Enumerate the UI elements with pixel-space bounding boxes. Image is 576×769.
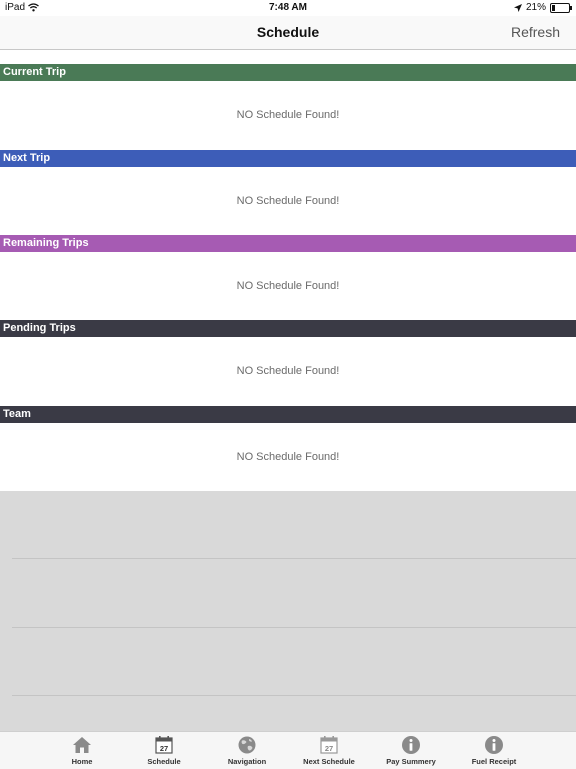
section-current-trip: Current Trip NO Schedule Found! bbox=[0, 64, 576, 149]
page-title: Schedule bbox=[256, 24, 320, 40]
section-header: Team bbox=[0, 406, 576, 423]
tab-bar: Home 27 Schedule Navigation 27 Next Sche… bbox=[0, 731, 576, 769]
tab-next-schedule[interactable]: 27 Next Schedule bbox=[289, 732, 369, 769]
section-header: Pending Trips bbox=[0, 320, 576, 337]
home-icon bbox=[73, 737, 91, 753]
tab-fuel-receipt[interactable]: Fuel Receipt bbox=[454, 732, 534, 769]
section-header: Next Trip bbox=[0, 150, 576, 167]
empty-list-area bbox=[0, 491, 576, 731]
tab-home[interactable]: Home bbox=[42, 732, 122, 769]
location-arrow-icon bbox=[513, 3, 522, 12]
section-next-trip: Next Trip NO Schedule Found! bbox=[0, 150, 576, 235]
tab-label: Next Schedule bbox=[303, 757, 355, 766]
status-right: 21% bbox=[513, 2, 572, 13]
tab-label: Fuel Receipt bbox=[471, 757, 517, 766]
globe-icon bbox=[238, 736, 256, 754]
tab-label: Home bbox=[71, 757, 93, 766]
section-pending-trips: Pending Trips NO Schedule Found! bbox=[0, 320, 576, 405]
tab-label: Schedule bbox=[147, 757, 181, 766]
empty-message: NO Schedule Found! bbox=[0, 423, 576, 491]
section-team: Team NO Schedule Found! bbox=[0, 406, 576, 491]
list-separator bbox=[12, 558, 576, 559]
battery-percent: 21% bbox=[525, 2, 546, 13]
section-header: Remaining Trips bbox=[0, 235, 576, 252]
refresh-button[interactable]: Refresh bbox=[511, 24, 560, 40]
calendar-icon: 27 bbox=[155, 736, 173, 754]
tab-label: Navigation bbox=[227, 757, 267, 766]
empty-message: NO Schedule Found! bbox=[0, 167, 576, 235]
section-header: Current Trip bbox=[0, 64, 576, 81]
info-icon bbox=[402, 736, 420, 754]
tab-schedule[interactable]: 27 Schedule bbox=[124, 732, 204, 769]
list-separator bbox=[12, 695, 576, 696]
tab-pay-summary[interactable]: Pay Summery bbox=[371, 732, 451, 769]
info-icon bbox=[485, 736, 503, 754]
calendar-day: 27 bbox=[160, 744, 168, 753]
battery-icon bbox=[550, 2, 572, 13]
calendar-icon: 27 bbox=[320, 736, 338, 754]
empty-message: NO Schedule Found! bbox=[0, 252, 576, 320]
empty-message: NO Schedule Found! bbox=[0, 337, 576, 405]
status-time: 7:48 AM bbox=[269, 2, 307, 13]
list-separator bbox=[12, 627, 576, 628]
section-remaining-trips: Remaining Trips NO Schedule Found! bbox=[0, 235, 576, 320]
empty-message: NO Schedule Found! bbox=[0, 81, 576, 149]
calendar-day: 27 bbox=[325, 744, 333, 753]
tab-label: Pay Summery bbox=[386, 757, 436, 766]
tab-navigation[interactable]: Navigation bbox=[207, 732, 287, 769]
navigation-bar: Schedule Refresh bbox=[0, 16, 576, 50]
status-bar: iPad 7:48 AM 21% bbox=[0, 0, 576, 16]
